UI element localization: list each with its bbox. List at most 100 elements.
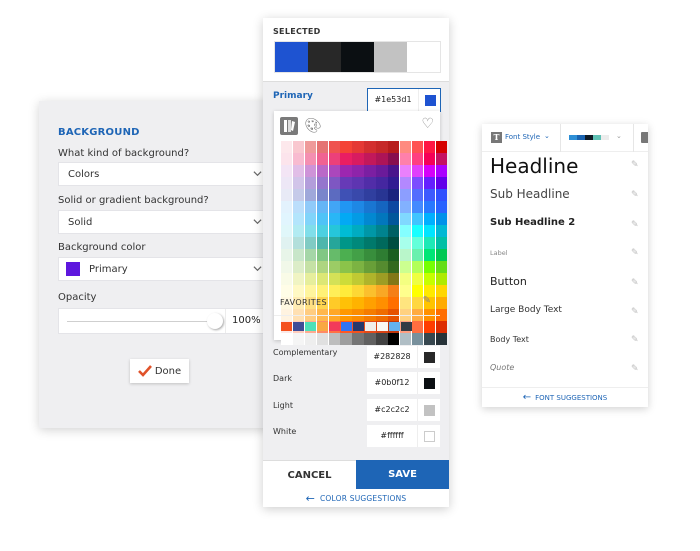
pencil-icon[interactable]: ✎ [631, 278, 639, 288]
color-cell[interactable] [435, 297, 447, 309]
favorite-swatch[interactable] [317, 322, 328, 331]
color-cell[interactable] [316, 285, 329, 297]
color-cell[interactable] [376, 273, 388, 285]
color-cell[interactable] [328, 225, 340, 237]
color-cell[interactable] [376, 201, 388, 213]
color-role-hex-value[interactable]: #0b0f12 [367, 372, 418, 394]
color-cell[interactable] [388, 213, 400, 225]
color-cell[interactable] [316, 189, 329, 201]
color-cell[interactable] [328, 153, 340, 165]
color-cell[interactable] [376, 249, 388, 261]
color-cell[interactable] [388, 333, 400, 345]
color-cell[interactable] [376, 261, 388, 273]
color-cell[interactable] [376, 225, 388, 237]
color-cell[interactable] [423, 321, 436, 333]
color-cell[interactable] [364, 261, 376, 273]
color-cell[interactable] [340, 285, 352, 297]
color-cell[interactable] [399, 141, 412, 153]
selected-swatch[interactable] [407, 42, 440, 72]
color-cell[interactable] [399, 249, 412, 261]
color-cell[interactable] [328, 177, 340, 189]
color-cell[interactable] [281, 177, 293, 189]
color-cell[interactable] [364, 285, 376, 297]
cancel-button[interactable]: CANCEL [263, 460, 356, 489]
color-cell[interactable] [388, 273, 400, 285]
font-style-item[interactable]: Body Text [490, 335, 529, 344]
color-cell[interactable] [435, 225, 447, 237]
color-cell[interactable] [316, 213, 329, 225]
color-cell[interactable] [388, 189, 400, 201]
color-cell[interactable] [352, 213, 364, 225]
color-cell[interactable] [340, 249, 352, 261]
color-cell[interactable] [328, 165, 340, 177]
color-cell[interactable] [328, 213, 340, 225]
color-cell[interactable] [304, 285, 317, 297]
color-cell[interactable] [304, 225, 317, 237]
font-style-dropdown[interactable]: Font Style [505, 133, 540, 141]
color-cell[interactable] [423, 237, 436, 249]
color-cell[interactable] [376, 177, 388, 189]
color-cell[interactable] [340, 297, 352, 309]
done-button[interactable]: Done [130, 359, 189, 383]
primary-hex-value[interactable]: #1e53d1 [368, 89, 419, 111]
palette-dropdown[interactable] [569, 135, 609, 140]
pencil-icon[interactable]: ✎ [631, 335, 639, 345]
color-cell[interactable] [435, 237, 447, 249]
color-cell[interactable] [388, 141, 400, 153]
color-cell[interactable] [388, 201, 400, 213]
color-cell[interactable] [435, 189, 447, 201]
color-cell[interactable] [435, 153, 447, 165]
color-cell[interactable] [292, 285, 305, 297]
favorite-swatch[interactable] [377, 322, 388, 331]
color-cell[interactable] [292, 273, 305, 285]
color-cell[interactable] [399, 201, 412, 213]
color-role-hex-value[interactable]: #c2c2c2 [367, 399, 418, 421]
color-cell[interactable] [399, 297, 412, 309]
color-cell[interactable] [304, 141, 317, 153]
color-cell[interactable] [352, 189, 364, 201]
color-cell[interactable] [411, 297, 424, 309]
color-cell[interactable] [292, 249, 305, 261]
pencil-icon[interactable]: ✎ [631, 160, 639, 170]
background-kind-select[interactable]: Colors [58, 162, 270, 186]
color-cell[interactable] [399, 237, 412, 249]
color-cell[interactable] [411, 153, 424, 165]
color-cell[interactable] [352, 237, 364, 249]
color-cell[interactable] [364, 297, 376, 309]
pencil-icon[interactable]: ✎ [631, 248, 639, 258]
favorite-swatch[interactable] [365, 322, 376, 331]
favorite-swatch[interactable] [353, 322, 364, 331]
opacity-slider-handle[interactable] [207, 313, 223, 329]
color-cell[interactable] [328, 237, 340, 249]
color-cell[interactable] [411, 141, 424, 153]
pencil-icon[interactable]: ✎ [631, 190, 639, 200]
color-cell[interactable] [292, 201, 305, 213]
color-cell[interactable] [340, 333, 352, 345]
color-cell[interactable] [292, 333, 305, 345]
chevron-down-icon[interactable]: ⌄ [616, 132, 622, 140]
color-cell[interactable] [435, 177, 447, 189]
color-cell[interactable] [340, 225, 352, 237]
favorite-swatch[interactable] [401, 322, 412, 331]
palette-icon[interactable]: 🎨︎ [304, 118, 322, 134]
font-suggestions-link[interactable]: ← FONT SUGGESTIONS [482, 387, 648, 407]
color-cell[interactable] [423, 225, 436, 237]
color-cell[interactable] [281, 201, 293, 213]
color-cell[interactable] [364, 177, 376, 189]
color-cell[interactable] [435, 213, 447, 225]
color-cell[interactable] [304, 213, 317, 225]
color-cell[interactable] [423, 189, 436, 201]
color-cell[interactable] [292, 189, 305, 201]
favorite-swatch[interactable] [305, 322, 316, 331]
color-cell[interactable] [328, 189, 340, 201]
color-cell[interactable] [388, 153, 400, 165]
color-cell[interactable] [316, 237, 329, 249]
color-cell[interactable] [340, 177, 352, 189]
color-cell[interactable] [423, 333, 436, 345]
color-cell[interactable] [328, 297, 340, 309]
color-cell[interactable] [292, 213, 305, 225]
color-cell[interactable] [281, 237, 293, 249]
color-cell[interactable] [399, 273, 412, 285]
color-cell[interactable] [388, 177, 400, 189]
color-cell[interactable] [423, 273, 436, 285]
